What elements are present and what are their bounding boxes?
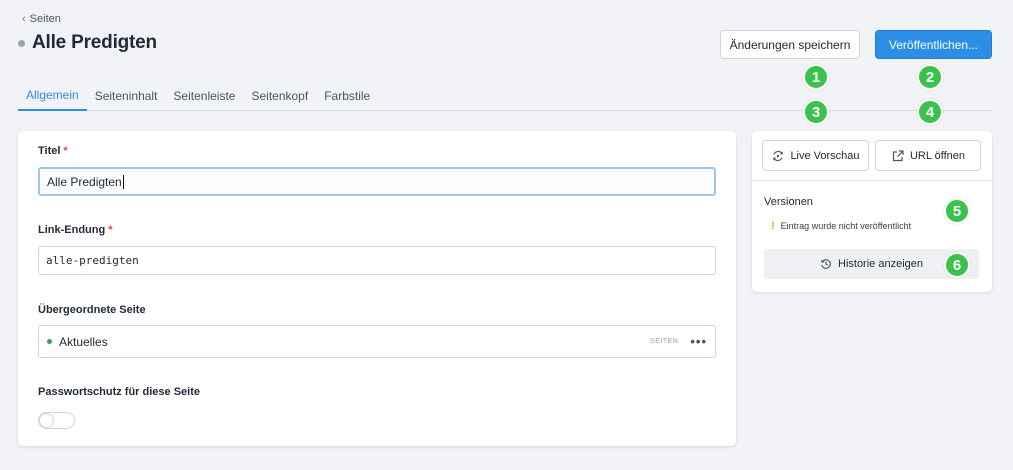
password-protection-label: Passwortschutz für diese Seite [38,386,200,398]
more-options-icon[interactable]: ••• [690,334,707,349]
page-title: Alle Predigten [32,32,157,53]
open-url-button[interactable]: URL öffnen [875,140,981,171]
versions-title: Versionen [764,196,813,208]
annotation-badge-3: 3 [803,99,829,125]
annotation-badge-1: 1 [803,64,829,90]
tab-sidebar[interactable]: Seitenleiste [165,80,243,111]
parent-page-value[interactable]: Aktuelles [59,335,108,349]
breadcrumb-link[interactable]: Seiten [30,13,61,25]
unpublished-notice: ! Eintrag wurde nicht veröffentlicht [771,220,911,232]
general-settings-card: Titel * Alle Predigten Link-Endung * alle-… [18,131,736,446]
tab-general[interactable]: Allgemein [18,80,87,111]
tab-color-styles[interactable]: Farbstile [316,80,378,111]
password-protection-toggle[interactable] [38,412,75,429]
required-mark: * [108,224,113,236]
text-caret [122,174,124,189]
title-input-value: Alle Predigten [47,174,122,189]
preview-actions: Live Vorschau URL öffnen [752,131,992,181]
slug-input-value: alle-predigten [46,254,139,267]
save-changes-button[interactable]: Änderungen speichern [720,30,860,59]
chevron-left-icon: ‹ [22,13,26,25]
toggle-knob [39,413,54,428]
parent-page-label: Übergeordnete Seite [38,304,146,316]
external-link-icon [891,149,905,163]
breadcrumb[interactable]: ‹ Seiten [22,13,61,25]
title-label-text: Titel [38,145,61,157]
slug-input[interactable]: alle-predigten [38,246,716,275]
preview-icon [771,150,785,162]
annotation-badge-5: 5 [944,198,970,224]
parent-page-type: SEITEN [650,338,679,345]
publish-button[interactable]: Veröffentlichen... [875,30,992,59]
open-url-label: URL öffnen [909,149,966,162]
title-input[interactable]: Alle Predigten [38,167,716,196]
tab-page-header[interactable]: Seitenkopf [243,80,316,111]
enabled-status-dot [47,339,52,344]
status-dot [18,39,25,47]
warning-icon: ! [771,220,775,232]
annotation-badge-2: 2 [917,64,943,90]
slug-label-text: Link-Endung [38,224,106,236]
annotation-badge-6: 6 [944,252,970,278]
page-title-row: Alle Predigten [18,32,157,54]
history-icon [820,258,832,270]
tab-page-content[interactable]: Seiteninhalt [87,80,166,111]
annotation-badge-4: 4 [917,99,943,125]
parent-page-field[interactable]: Aktuelles SEITEN ••• [38,325,716,358]
show-history-label: Historie anzeigen [838,258,923,270]
unpublished-notice-text: Eintrag wurde nicht veröffentlicht [780,221,912,231]
live-preview-button[interactable]: Live Vorschau [762,140,869,171]
title-field-label: Titel * [38,145,68,157]
required-mark: * [63,145,68,157]
tab-bar: Allgemein Seiteninhalt Seitenleiste Seit… [18,80,992,111]
live-preview-label: Live Vorschau [790,149,860,162]
slug-field-label: Link-Endung * [38,224,113,236]
